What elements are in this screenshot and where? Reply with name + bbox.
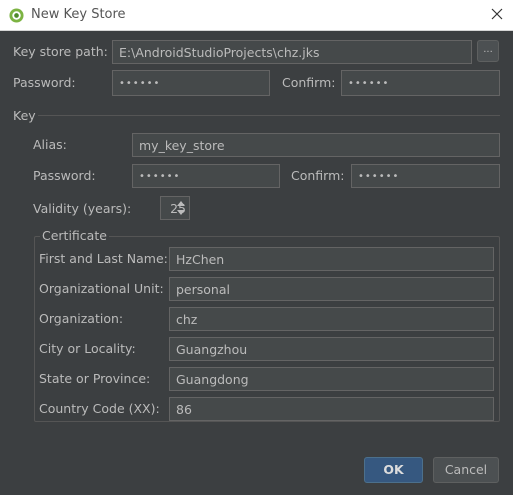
- android-studio-icon: [9, 8, 24, 23]
- cert-city-label: City or Locality:: [39, 341, 136, 356]
- certificate-title: Certificate: [40, 228, 109, 243]
- alias-label: Alias:: [33, 137, 67, 152]
- cert-org-unit-label: Organizational Unit:: [39, 281, 164, 296]
- cert-first-last-name-label: First and Last Name:: [39, 251, 168, 266]
- keystore-confirm-input[interactable]: ••••••: [341, 70, 500, 96]
- validity-label: Validity (years):: [33, 201, 132, 216]
- key-password-label: Password:: [33, 168, 96, 183]
- keystore-path-label: Key store path:: [13, 44, 108, 59]
- close-icon[interactable]: [485, 4, 509, 26]
- window-title: New Key Store: [31, 7, 126, 22]
- cert-first-last-name-input[interactable]: HzChen: [169, 247, 494, 271]
- keystore-password-input[interactable]: ••••••: [112, 70, 270, 96]
- cert-organization-label: Organization:: [39, 311, 124, 326]
- cert-state-input[interactable]: Guangdong: [169, 367, 494, 391]
- keystore-path-input[interactable]: E:\AndroidStudioProjects\chz.jks: [112, 40, 472, 64]
- key-confirm-input[interactable]: ••••••: [351, 164, 500, 188]
- cert-state-label: State or Province:: [39, 371, 151, 386]
- key-confirm-label: Confirm:: [291, 168, 345, 183]
- ok-button[interactable]: OK: [364, 457, 423, 483]
- key-section-label: Key: [13, 108, 36, 123]
- cert-org-unit-input[interactable]: personal: [169, 277, 494, 301]
- key-section-divider: [38, 115, 500, 116]
- cert-city-input[interactable]: Guangzhou: [169, 337, 494, 361]
- keystore-password-label: Password:: [13, 75, 76, 90]
- browse-button[interactable]: ...: [477, 40, 499, 62]
- cert-organization-input[interactable]: chz: [169, 307, 494, 331]
- cancel-button[interactable]: Cancel: [433, 457, 499, 483]
- keystore-confirm-label: Confirm:: [282, 75, 336, 90]
- cert-country-code-input[interactable]: 86: [169, 397, 494, 421]
- alias-input[interactable]: my_key_store: [132, 133, 500, 157]
- key-password-input[interactable]: ••••••: [132, 164, 280, 188]
- spinner-arrows-icon[interactable]: [175, 199, 187, 217]
- cert-country-code-label: Country Code (XX):: [39, 401, 160, 416]
- title-bar: New Key Store: [0, 0, 513, 31]
